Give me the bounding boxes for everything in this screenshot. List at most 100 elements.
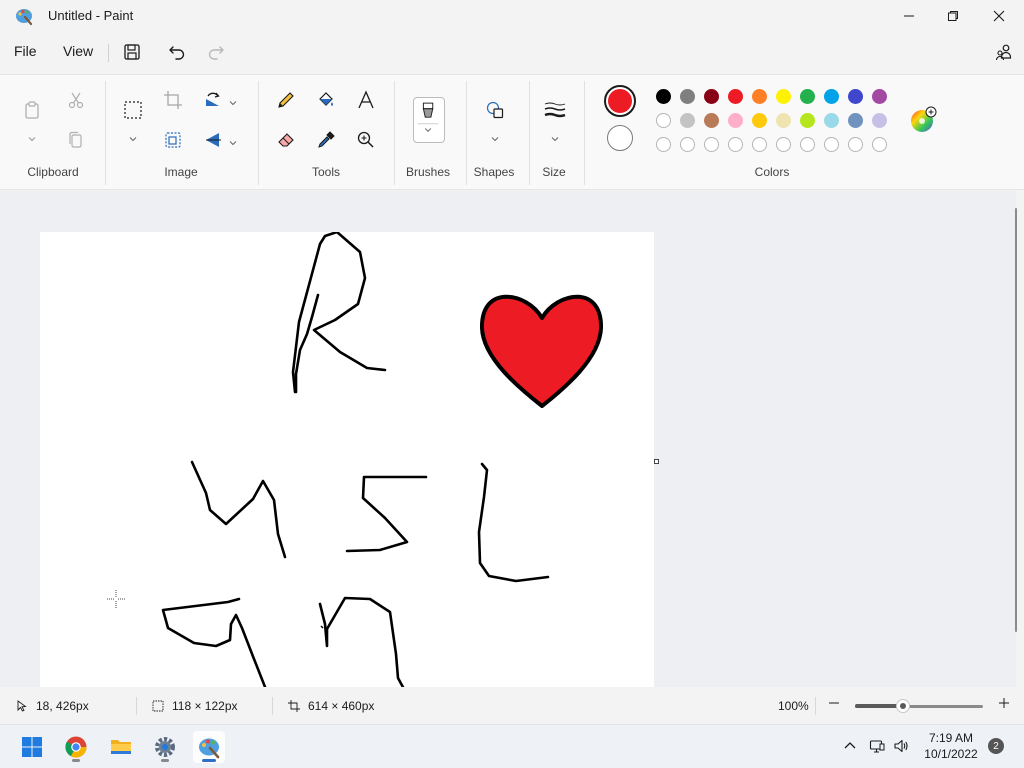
restore-button[interactable] <box>930 0 976 32</box>
palette-swatch[interactable] <box>848 113 863 128</box>
file-menu[interactable]: File <box>10 43 41 59</box>
shapes-icon[interactable] <box>480 95 510 125</box>
copy-icon[interactable] <box>61 125 91 155</box>
palette-swatch[interactable] <box>728 89 743 104</box>
secondary-color-button[interactable] <box>607 125 633 151</box>
active-indicator <box>202 759 216 762</box>
pencil-icon[interactable] <box>271 85 301 115</box>
ribbon-separator <box>584 81 585 185</box>
stroke-size-icon[interactable] <box>540 95 570 125</box>
account-icon[interactable] <box>992 40 1016 64</box>
image-group-label: Image <box>164 165 198 179</box>
edit-colors-icon[interactable] <box>908 105 938 135</box>
custom-color-slot[interactable] <box>824 137 839 152</box>
palette-swatch[interactable] <box>872 89 887 104</box>
minimize-button[interactable] <box>886 0 932 32</box>
undo-icon[interactable] <box>165 40 189 64</box>
palette-swatch[interactable] <box>872 113 887 128</box>
palette-swatch[interactable] <box>656 113 671 128</box>
custom-color-slot[interactable] <box>848 137 863 152</box>
clock-date: 10/1/2022 <box>924 747 978 761</box>
palette-swatch[interactable] <box>824 113 839 128</box>
settings-icon <box>155 737 175 757</box>
brushes-button[interactable] <box>413 97 445 143</box>
cut-icon[interactable] <box>61 85 91 115</box>
shapes-group-label: Shapes <box>473 165 515 179</box>
show-hidden-icons-chevron-up-icon[interactable] <box>842 738 858 754</box>
paste-chevron-down-icon[interactable] <box>27 131 37 142</box>
custom-color-slot[interactable] <box>800 137 815 152</box>
custom-color-slot[interactable] <box>776 137 791 152</box>
custom-color-slot[interactable] <box>872 137 887 152</box>
clock-time: 7:19 AM <box>928 731 974 745</box>
palette-swatch[interactable] <box>656 89 671 104</box>
select-chevron-down-icon[interactable] <box>128 131 138 142</box>
palette-swatch[interactable] <box>776 89 791 104</box>
flip-chevron-down-icon[interactable] <box>228 135 238 146</box>
resize-icon[interactable] <box>158 125 188 155</box>
volume-icon[interactable] <box>893 738 909 754</box>
running-indicator <box>161 759 169 762</box>
flip-icon[interactable] <box>198 125 228 155</box>
zoom-out-button[interactable] <box>828 697 840 709</box>
rotate-chevron-down-icon[interactable] <box>228 95 238 106</box>
custom-color-slot[interactable] <box>728 137 743 152</box>
zoom-in-button[interactable] <box>998 697 1010 709</box>
zoom-slider-thumb[interactable] <box>896 699 910 713</box>
magnifier-icon[interactable] <box>351 125 381 155</box>
size-chevron-down-icon[interactable] <box>550 131 560 142</box>
network-icon[interactable] <box>869 738 885 754</box>
vertical-scrollbar[interactable] <box>1015 208 1017 632</box>
palette-swatch[interactable] <box>752 113 767 128</box>
custom-color-slot[interactable] <box>704 137 719 152</box>
close-button[interactable] <box>976 0 1022 32</box>
palette-swatch[interactable] <box>704 89 719 104</box>
palette-swatch[interactable] <box>752 89 767 104</box>
ribbon-separator <box>258 81 259 185</box>
palette-swatch[interactable] <box>776 113 791 128</box>
stroke-letter-r-stem <box>294 293 320 394</box>
notification-badge[interactable]: 2 <box>988 738 1004 754</box>
palette-swatch[interactable] <box>728 113 743 128</box>
color-picker-icon[interactable] <box>311 125 341 155</box>
taskbar-settings[interactable] <box>149 731 181 763</box>
canvas-resize-handle[interactable] <box>654 459 659 464</box>
colors-group-label: Colors <box>754 165 790 179</box>
eraser-icon[interactable] <box>271 125 301 155</box>
custom-color-slot[interactable] <box>680 137 695 152</box>
palette-swatch[interactable] <box>704 113 719 128</box>
cursor-position: 18, 426px <box>16 699 89 713</box>
palette-swatch[interactable] <box>824 89 839 104</box>
custom-color-slot[interactable] <box>752 137 767 152</box>
pointer-icon <box>17 700 27 712</box>
view-menu[interactable]: View <box>59 43 97 59</box>
clipboard-group-label: Clipboard <box>27 165 79 179</box>
start-button[interactable] <box>16 731 48 763</box>
palette-swatch[interactable] <box>680 113 695 128</box>
select-icon[interactable] <box>118 95 148 125</box>
crop-icon[interactable] <box>158 85 188 115</box>
rotate-icon[interactable] <box>198 85 228 115</box>
menu-bar: File View <box>0 34 1024 70</box>
primary-color-button[interactable] <box>604 85 636 117</box>
paste-icon[interactable] <box>17 95 47 125</box>
drawing-canvas[interactable] <box>40 230 654 687</box>
system-clock[interactable]: 7:19 AM 10/1/2022 <box>918 730 984 762</box>
size-group-label: Size <box>542 165 566 179</box>
palette-swatch[interactable] <box>800 113 815 128</box>
palette-swatch[interactable] <box>680 89 695 104</box>
taskbar-file-explorer[interactable] <box>105 731 137 763</box>
menu-separator <box>108 44 109 62</box>
custom-color-slot[interactable] <box>656 137 671 152</box>
taskbar-paint[interactable] <box>193 731 225 763</box>
redo-icon[interactable] <box>204 40 228 64</box>
palette-swatch[interactable] <box>848 89 863 104</box>
save-icon[interactable] <box>120 40 144 64</box>
palette-swatch[interactable] <box>800 89 815 104</box>
taskbar-chrome[interactable] <box>60 731 92 763</box>
start-icon <box>22 737 42 757</box>
fill-bucket-icon[interactable] <box>311 85 341 115</box>
canvas-size: 614 × 460px <box>288 699 374 713</box>
shapes-chevron-down-icon[interactable] <box>490 131 500 142</box>
text-icon[interactable] <box>351 85 381 115</box>
